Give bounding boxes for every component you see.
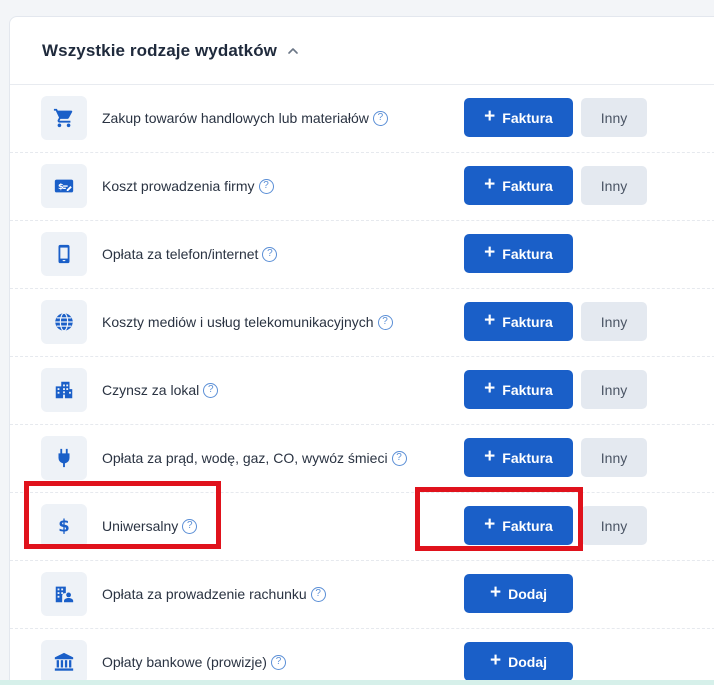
highlight-box-button xyxy=(415,487,583,551)
add-button[interactable]: + Dodaj xyxy=(464,574,573,613)
question-circle-icon[interactable]: ? xyxy=(270,654,286,670)
expense-types-card: Wszystkie rodzaje wydatków Zakup towarów… xyxy=(9,16,714,685)
question-circle-icon[interactable]: ? xyxy=(203,382,219,398)
button-label: Faktura xyxy=(502,449,553,466)
row-label: Czynsz za lokal xyxy=(102,382,200,398)
row-label: Opłata za telefon/internet xyxy=(102,246,259,262)
add-button[interactable]: + Dodaj xyxy=(464,642,573,681)
plus-icon: + xyxy=(484,445,496,467)
cart-icon xyxy=(41,96,87,140)
plus-icon: + xyxy=(484,105,496,127)
other-button[interactable]: Inny xyxy=(581,438,647,477)
row-label: Opłata za prowadzenie rachunku xyxy=(102,586,307,602)
expense-row: Opłaty bankowe (prowizje)? + Dodaj xyxy=(10,629,714,685)
other-button[interactable]: Inny xyxy=(581,98,647,137)
section-title: Wszystkie rodzaje wydatków xyxy=(42,40,278,60)
add-invoice-button[interactable]: + Faktura xyxy=(464,302,573,341)
question-circle-icon[interactable]: ? xyxy=(372,110,388,126)
globe-icon xyxy=(41,300,87,344)
row-label: Opłata za prąd, wodę, gaz, CO, wywóz śmi… xyxy=(102,450,388,466)
expense-row: Opłata za prowadzenie rachunku? + Dodaj xyxy=(10,561,714,629)
other-button[interactable]: Inny xyxy=(581,506,647,545)
button-label: Faktura xyxy=(502,313,553,330)
expense-row: Czynsz za lokal? + Faktura Inny xyxy=(10,357,714,425)
button-label: Faktura xyxy=(502,109,553,126)
button-label: Dodaj xyxy=(508,653,547,670)
plus-icon: + xyxy=(484,309,496,331)
bottom-strip xyxy=(0,680,714,685)
add-invoice-button[interactable]: + Faktura xyxy=(464,234,573,273)
plus-icon: + xyxy=(484,377,496,399)
add-invoice-button[interactable]: + Faktura xyxy=(464,166,573,205)
plug-icon xyxy=(41,436,87,480)
row-label: Zakup towarów handlowych lub materiałów xyxy=(102,110,369,126)
question-circle-icon[interactable]: ? xyxy=(262,246,278,262)
add-invoice-button[interactable]: + Faktura xyxy=(464,438,573,477)
money-card-icon: $ xyxy=(41,164,87,208)
expense-row: Zakup towarów handlowych lub materiałów?… xyxy=(10,85,714,153)
question-circle-icon[interactable]: ? xyxy=(310,586,326,602)
building-icon xyxy=(41,368,87,412)
other-button[interactable]: Inny xyxy=(581,166,647,205)
highlight-box-label xyxy=(24,481,221,549)
button-label: Faktura xyxy=(502,177,553,194)
expense-row: Opłata za telefon/internet? + Faktura xyxy=(10,221,714,289)
question-circle-icon[interactable]: ? xyxy=(391,450,407,466)
row-label: Koszt prowadzenia firmy xyxy=(102,178,255,194)
expense-row: $ Koszt prowadzenia firmy? + Faktura Inny xyxy=(10,153,714,221)
add-invoice-button[interactable]: + Faktura xyxy=(464,370,573,409)
plus-icon: + xyxy=(484,241,496,263)
row-label: Koszty mediów i usług telekomunikacyjnyc… xyxy=(102,314,374,330)
button-label: Faktura xyxy=(502,381,553,398)
add-invoice-button[interactable]: + Faktura xyxy=(464,98,573,137)
plus-icon: + xyxy=(484,173,496,195)
phone-icon xyxy=(41,232,87,276)
question-circle-icon[interactable]: ? xyxy=(377,314,393,330)
bank-account-icon xyxy=(41,572,87,616)
bank-icon xyxy=(41,640,87,684)
row-label: Opłaty bankowe (prowizje) xyxy=(102,654,267,670)
expense-row: Koszty mediów i usług telekomunikacyjnyc… xyxy=(10,289,714,357)
other-button[interactable]: Inny xyxy=(581,302,647,341)
section-header[interactable]: Wszystkie rodzaje wydatków xyxy=(10,17,714,85)
button-label: Faktura xyxy=(502,245,553,262)
question-circle-icon[interactable]: ? xyxy=(258,178,274,194)
plus-icon: + xyxy=(490,581,502,603)
plus-icon: + xyxy=(490,649,502,671)
button-label: Dodaj xyxy=(508,585,547,602)
chevron-up-icon[interactable] xyxy=(287,45,299,57)
other-button[interactable]: Inny xyxy=(581,370,647,409)
